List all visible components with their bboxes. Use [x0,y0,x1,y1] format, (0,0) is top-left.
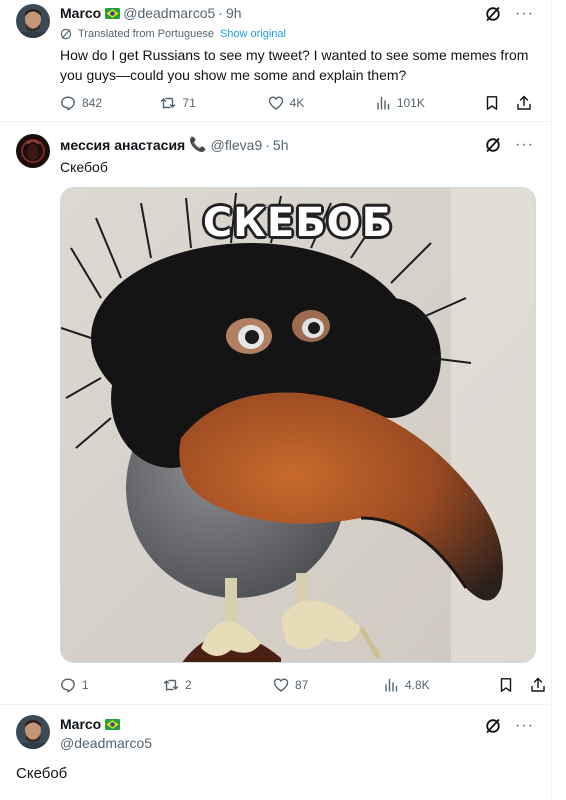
like-count: 4K [289,96,305,110]
action-bar: 842 71 4K 101K [60,93,532,113]
reply-button[interactable]: 842 [60,95,160,111]
grok-icon[interactable] [485,6,501,22]
translated-label: Translated from Portuguese [78,28,214,40]
bookmark-icon[interactable] [498,677,514,693]
timestamp[interactable]: 5h [273,137,289,153]
repost-button[interactable]: 71 [160,95,267,111]
tweet-header: Marco @deadmarco5 · 9h [60,5,242,21]
like-button[interactable]: 87 [273,677,383,693]
view-count: 4.8K [405,678,430,692]
tweet-text: How do I get Russians to see my tweet? I… [60,47,529,83]
handle-row: @deadmarco5 [60,735,152,751]
repost-count: 2 [185,678,192,692]
like-count: 87 [295,678,309,692]
user-handle[interactable]: @deadmarco5 [123,5,215,21]
action-bar: 1 2 87 4.8K [60,675,546,695]
reply-icon [61,96,75,111]
tweet-marco-focused[interactable]: Marco @deadmarco5 ··· [0,705,552,800]
bookmark-icon[interactable] [484,95,500,111]
more-options-icon[interactable]: ··· [515,718,534,734]
reply-button[interactable]: 1 [60,677,163,693]
views-icon [377,96,390,110]
brazil-flag-icon [105,718,121,730]
reply-icon [61,678,75,693]
separator: · [265,136,270,153]
meme-image[interactable]: СКЕБОБ [60,187,536,663]
reply-count: 842 [82,96,103,110]
like-button[interactable]: 4K [268,95,375,111]
avatar[interactable] [16,715,50,749]
repost-count: 71 [182,96,196,110]
repost-icon [161,97,176,109]
view-count: 101K [396,96,425,110]
repost-button[interactable]: 2 [163,677,273,693]
tweet-text: Скебоб [16,765,68,782]
share-icon[interactable] [516,95,532,111]
tweet-text: Скебоб [60,159,108,175]
share-icon[interactable] [530,677,546,693]
separator: · [218,5,223,21]
brazil-flag-icon [105,7,121,19]
tweet-marco-question[interactable]: Marco @deadmarco5 · 9h ··· Translated fr… [0,0,552,121]
grok-icon[interactable] [485,137,501,153]
heart-icon [273,678,289,692]
user-handle[interactable]: @fleva9 [211,137,263,153]
views-button[interactable]: 101K [375,95,484,111]
views-button[interactable]: 4.8K [383,677,495,693]
display-name[interactable]: Marco [60,5,101,21]
grok-icon[interactable] [485,718,501,734]
views-icon [385,678,398,692]
show-original-link[interactable]: Show original [220,28,286,40]
avatar[interactable] [16,4,50,38]
user-handle[interactable]: @deadmarco5 [60,735,152,751]
translate-icon [60,28,72,40]
meme-caption: СКЕБОБ [202,200,394,246]
repost-icon [163,679,179,691]
more-options-icon[interactable]: ··· [515,6,534,22]
display-name[interactable]: Marco [60,716,101,732]
more-options-icon[interactable]: ··· [515,137,534,153]
reply-count: 1 [82,678,89,692]
tweet-header: Marco [60,716,123,732]
avatar[interactable] [16,134,50,168]
display-name[interactable]: мессия анастасия [60,137,185,153]
phone-icon: 📞 [189,136,207,152]
timestamp[interactable]: 9h [226,5,242,21]
translation-notice: Translated from Portuguese Show original [60,28,286,40]
tweet-header: мессия анастасия 📞 @fleva9 · 5h [60,136,288,153]
heart-icon [268,96,283,110]
bird-puppet-picture [61,188,535,662]
